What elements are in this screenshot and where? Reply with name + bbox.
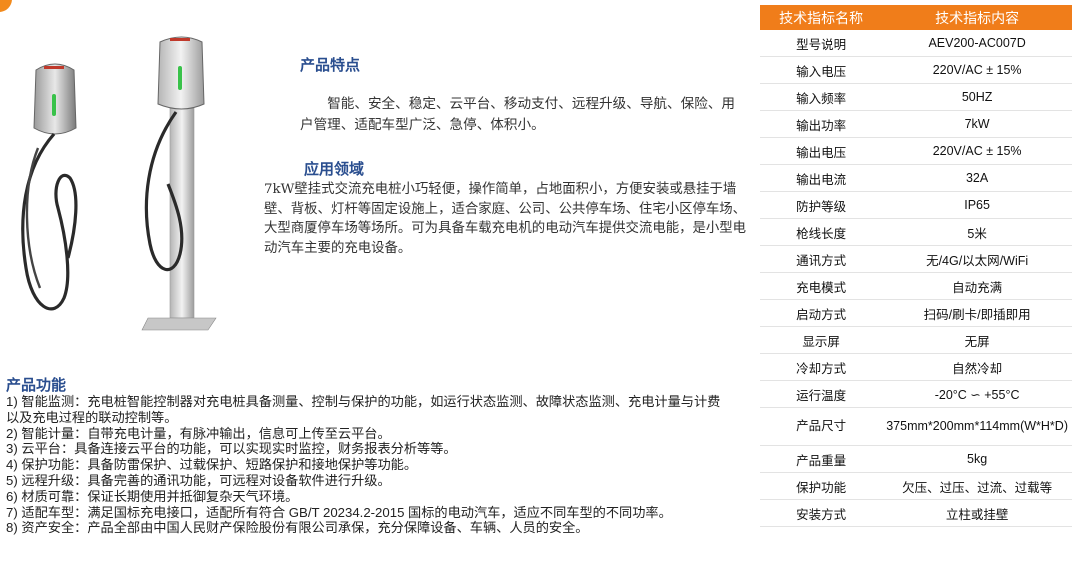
spec-value: 自然冷却 [882, 353, 1072, 381]
spec-row: 通讯方式 无/4G/以太网/WiFi [760, 245, 1072, 273]
spec-name: 通讯方式 [760, 245, 883, 273]
spec-value: 扫码/刷卡/即插即用 [882, 299, 1072, 327]
spec-row: 输入频率 50HZ [760, 83, 1072, 111]
spec-row: 显示屏 无屏 [760, 326, 1072, 354]
spec-name: 输入频率 [760, 83, 883, 111]
function-item: 3) 云平台：具备连接云平台的功能，可以实现实时监控，财务报表分析等等。 [6, 441, 457, 457]
spec-name: 枪线长度 [760, 218, 883, 246]
functions-list: 1) 智能监测：充电桩智能控制器对充电桩具备测量、控制与保护的功能，如运行状态监… [6, 394, 726, 536]
spec-row: 防护等级 IP65 [760, 191, 1072, 219]
spec-value: 无/4G/以太网/WiFi [882, 245, 1072, 273]
functions-heading: 产品功能 [6, 376, 67, 394]
spec-name: 防护等级 [760, 191, 883, 219]
function-item: 1) 智能监测：充电桩智能控制器对充电桩具备测量、控制与保护的功能，如运行状态监… [6, 394, 721, 425]
spec-row: 冷却方式 自然冷却 [760, 353, 1072, 381]
spec-name: 产品重量 [760, 445, 883, 473]
spec-row: 运行温度 -20°C ∽ +55°C [760, 380, 1072, 408]
spec-name: 输入电压 [760, 56, 883, 84]
spec-value: 5米 [882, 218, 1072, 246]
spec-row: 输出功率 7kW [760, 110, 1072, 138]
spec-name: 充电模式 [760, 272, 883, 300]
spec-row: 产品重量 5kg [760, 445, 1072, 473]
spec-header-name: 技术指标名称 [760, 5, 883, 30]
spec-row: 输出电流 32A [760, 164, 1072, 192]
function-item: 4) 保护功能：具备防雷保护、过载保护、短路保护和接地保护等功能。 [6, 457, 418, 473]
spec-row: 输出电压 220V/AC ± 15% [760, 137, 1072, 165]
spec-row: 保护功能 欠压、过压、过流、过载等 [760, 472, 1072, 500]
applications-text: 7kW壁挂式交流充电桩小巧轻便，操作简单，占地面积小，方便安装或悬挂于墙壁、背板… [264, 182, 747, 256]
spec-name: 安装方式 [760, 499, 883, 527]
spec-table-header: 技术指标名称 技术指标内容 [760, 5, 1072, 30]
spec-row: 输入电压 220V/AC ± 15% [760, 56, 1072, 84]
spec-row: 枪线长度 5米 [760, 218, 1072, 246]
function-item: 6) 材质可靠：保证长期使用并抵御复杂天气环境。 [6, 488, 299, 504]
spec-value: 欠压、过压、过流、过载等 [882, 472, 1072, 500]
spec-name: 产品尺寸 [760, 407, 883, 446]
pole-charger-image [141, 36, 217, 331]
spec-name: 运行温度 [760, 380, 883, 408]
spec-table: 技术指标名称 技术指标内容 型号说明 AEV200-AC007D 输入电压 220V… [760, 5, 1072, 527]
spec-row: 产品尺寸 375mm*200mm*114mm(W*H*D) [760, 407, 1072, 446]
spec-value: 220V/AC ± 15% [882, 56, 1072, 84]
spec-name: 显示屏 [760, 326, 883, 354]
spec-value: 7kW [882, 110, 1072, 138]
spec-row: 安装方式 立柱或挂壁 [760, 499, 1072, 527]
function-item: 5) 远程升级：具备完善的通讯功能，可远程对设备软件进行升级。 [6, 472, 391, 488]
spec-value: 立柱或挂壁 [882, 499, 1072, 527]
spec-name: 冷却方式 [760, 353, 883, 381]
spec-name: 输出电流 [760, 164, 883, 192]
spec-value: -20°C ∽ +55°C [882, 380, 1072, 408]
spec-value: 375mm*200mm*114mm(W*H*D) [882, 407, 1072, 446]
spec-value: AEV200-AC007D [882, 30, 1072, 57]
features-text: 智能、安全、稳定、云平台、移动支付、远程升级、导航、保险、用户管理、适配车型广泛… [300, 96, 735, 133]
spec-value: IP65 [882, 191, 1072, 219]
spec-value: 220V/AC ± 15% [882, 137, 1072, 165]
spec-value: 5kg [882, 445, 1072, 473]
spec-value: 无屏 [882, 326, 1072, 354]
spec-name: 保护功能 [760, 472, 883, 500]
spec-value: 32A [882, 164, 1072, 192]
corner-decoration [0, 0, 12, 12]
wall-charger-image [21, 63, 78, 311]
spec-name: 型号说明 [760, 30, 883, 57]
spec-row: 充电模式 自动充满 [760, 272, 1072, 300]
spec-name: 输出功率 [760, 110, 883, 138]
spec-header-value: 技术指标内容 [882, 5, 1072, 30]
spec-value: 自动充满 [882, 272, 1072, 300]
spec-name: 启动方式 [760, 299, 883, 327]
spec-row: 型号说明 AEV200-AC007D [760, 30, 1072, 57]
applications-heading: 应用领域 [304, 160, 365, 178]
spec-value: 50HZ [882, 83, 1072, 111]
spec-row: 启动方式 扫码/刷卡/即插即用 [760, 299, 1072, 327]
function-item: 8) 资产安全：产品全部由中国人民财产保险股份有限公司承保，充分保障设备、车辆、… [6, 520, 589, 536]
function-item: 2) 智能计量：自带充电计量，有脉冲输出，信息可上传至云平台。 [6, 425, 391, 441]
spec-name: 输出电压 [760, 137, 883, 165]
features-heading: 产品特点 [300, 56, 361, 74]
function-item: 7) 适配车型：满足国标充电接口，适配所有符合 GB/T 20234.2-201… [6, 504, 672, 520]
